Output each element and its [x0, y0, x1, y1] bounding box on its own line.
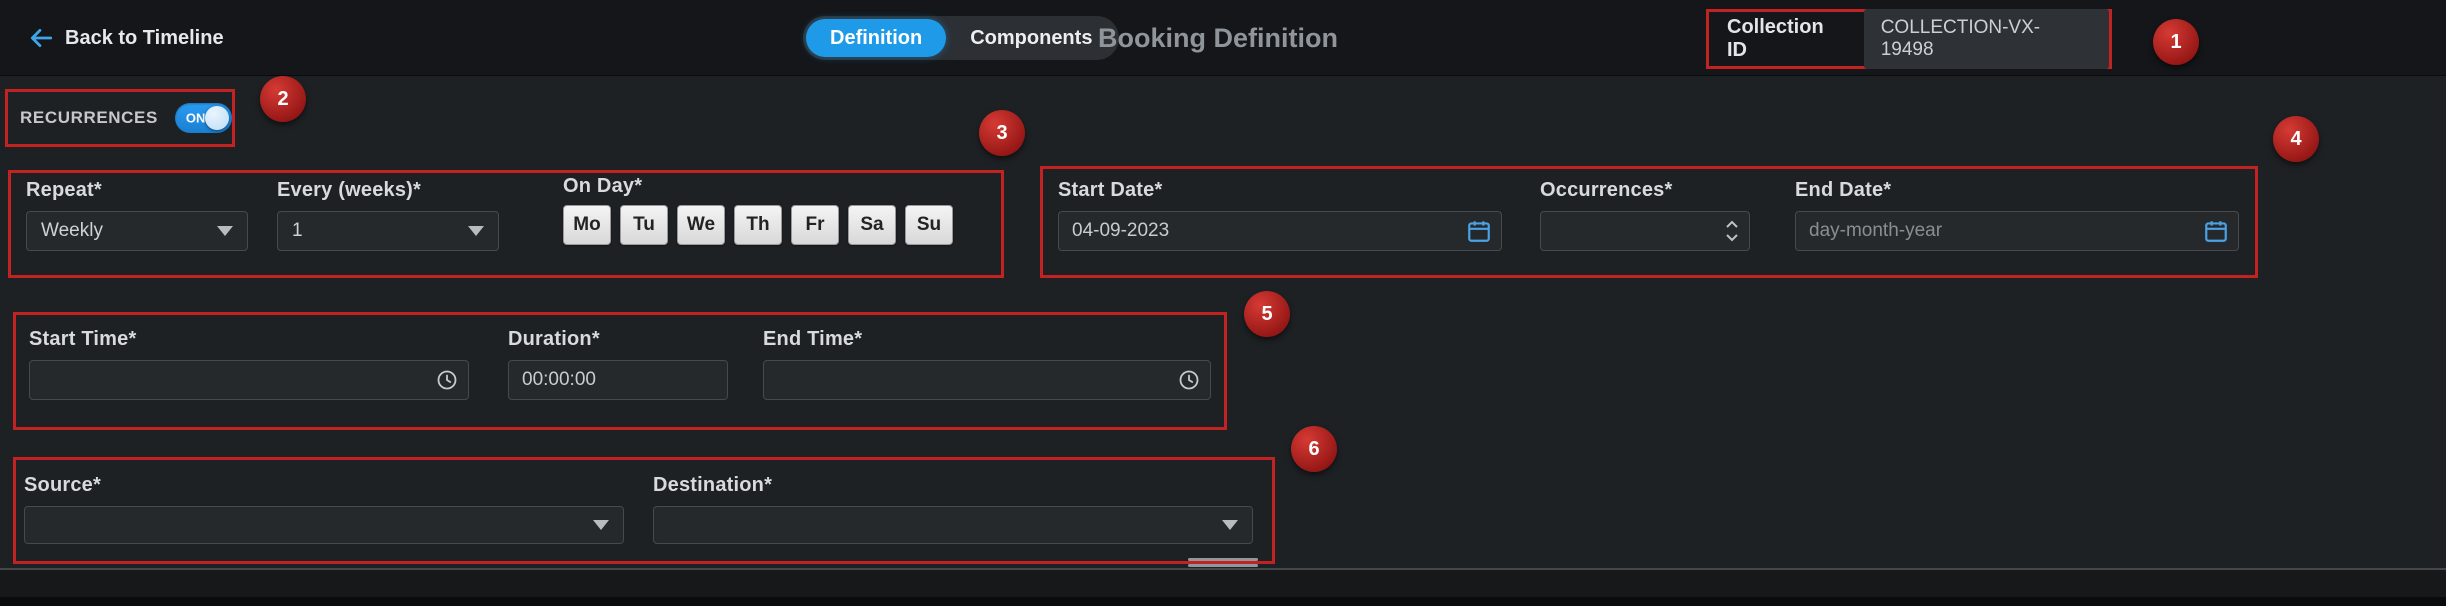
- annotation-badge-5: 5: [1244, 291, 1290, 337]
- repeat-select[interactable]: Weekly: [26, 211, 248, 251]
- end-time-label: End Time*: [763, 328, 1211, 351]
- on-day-label: On Day*: [563, 175, 953, 198]
- start-time-input[interactable]: [29, 360, 469, 400]
- day-button-fr[interactable]: Fr: [791, 205, 839, 245]
- day-button-mo[interactable]: Mo: [563, 205, 611, 245]
- occurrences-label: Occurrences*: [1540, 179, 1750, 202]
- chevron-down-icon: [468, 226, 484, 236]
- annotation-badge-6: 6: [1291, 426, 1337, 472]
- end-date-label: End Date*: [1795, 179, 2239, 202]
- collection-id-value: COLLECTION-VX-19498: [1864, 9, 2109, 69]
- recurrences-group: RECURRENCES ON: [8, 92, 232, 144]
- source-select[interactable]: [24, 506, 624, 544]
- repeat-label: Repeat*: [26, 179, 248, 202]
- bottom-panel-area: [0, 570, 2446, 597]
- stepper-icon[interactable]: [1724, 217, 1740, 245]
- chevron-down-icon: [217, 226, 233, 236]
- annotation-badge-3: 3: [979, 110, 1025, 156]
- toggle-knob: [205, 106, 229, 130]
- annotation-badge-1: 1: [2153, 19, 2199, 65]
- occurrences-input[interactable]: [1540, 211, 1750, 251]
- day-button-su[interactable]: Su: [905, 205, 953, 245]
- end-time-input[interactable]: [763, 360, 1211, 400]
- repeat-select-value: Weekly: [41, 220, 103, 242]
- recurrences-label: RECURRENCES: [20, 108, 158, 128]
- annotation-badge-4: 4: [2273, 116, 2319, 162]
- every-weeks-label: Every (weeks)*: [277, 179, 499, 202]
- clock-icon[interactable]: [435, 368, 459, 392]
- day-button-th[interactable]: Th: [734, 205, 782, 245]
- collection-id-group: Collection ID COLLECTION-VX-19498: [1709, 12, 2109, 66]
- annotation-box-3: Repeat* Weekly Every (weeks)* 1 On Day* …: [8, 170, 1004, 278]
- day-button-group: Mo Tu We Th Fr Sa Su: [563, 205, 953, 245]
- day-button-we[interactable]: We: [677, 205, 725, 245]
- clock-icon[interactable]: [1177, 368, 1201, 392]
- chevron-down-icon: [593, 520, 609, 530]
- calendar-icon[interactable]: [2203, 218, 2229, 244]
- collection-id-label: Collection ID: [1727, 16, 1849, 62]
- view-tabs: Definition Components: [803, 16, 1119, 60]
- day-button-tu[interactable]: Tu: [620, 205, 668, 245]
- start-date-label: Start Date*: [1058, 179, 1502, 202]
- duration-input[interactable]: [508, 360, 728, 400]
- bottom-edge-bar: [0, 597, 2446, 606]
- tab-definition[interactable]: Definition: [806, 19, 946, 57]
- annotation-box-4: Start Date* Occurrences* End Date*: [1040, 166, 2258, 278]
- annotation-box-2: RECURRENCES ON: [5, 89, 235, 147]
- annotation-box-6: Source* Destination*: [13, 457, 1275, 564]
- tab-components[interactable]: Components: [946, 19, 1116, 57]
- every-weeks-select[interactable]: 1: [277, 211, 499, 251]
- start-date-input[interactable]: [1058, 211, 1502, 251]
- back-arrow-icon: [28, 25, 54, 51]
- page-title: Booking Definition: [1098, 0, 1338, 76]
- source-label: Source*: [24, 474, 624, 497]
- annotation-badge-2: 2: [260, 76, 306, 122]
- annotation-box-5: Start Time* Duration* End Time*: [13, 312, 1227, 430]
- recurrences-toggle[interactable]: ON: [175, 103, 232, 133]
- every-weeks-select-value: 1: [292, 220, 303, 242]
- duration-label: Duration*: [508, 328, 728, 351]
- annotation-box-1: Collection ID COLLECTION-VX-19498: [1706, 9, 2112, 69]
- splitter-drag-handle[interactable]: [1188, 558, 1258, 568]
- booking-definition-screen: Back to Timeline Definition Components B…: [0, 0, 2446, 606]
- destination-label: Destination*: [653, 474, 1253, 497]
- back-to-timeline-link[interactable]: Back to Timeline: [28, 0, 224, 76]
- calendar-icon[interactable]: [1466, 218, 1492, 244]
- start-time-label: Start Time*: [29, 328, 469, 351]
- day-button-sa[interactable]: Sa: [848, 205, 896, 245]
- end-date-input[interactable]: [1795, 211, 2239, 251]
- chevron-down-icon: [1222, 520, 1238, 530]
- destination-select[interactable]: [653, 506, 1253, 544]
- back-link-label: Back to Timeline: [65, 27, 224, 50]
- toggle-state-label: ON: [186, 111, 206, 126]
